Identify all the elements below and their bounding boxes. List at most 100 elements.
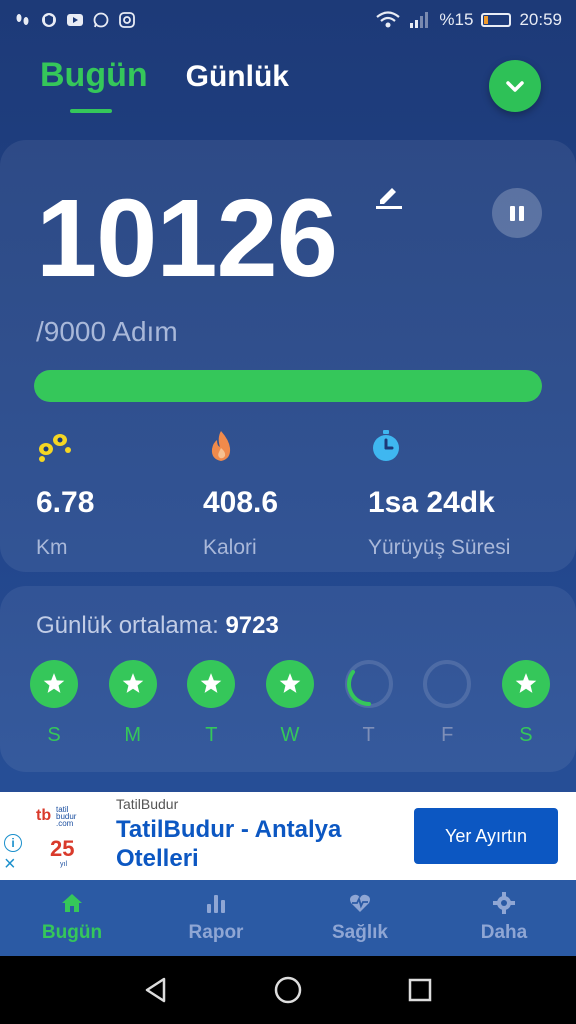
whatsapp-icon [93,12,109,28]
notification-icons [14,12,136,28]
weekday-4[interactable]: T [344,660,393,747]
star-icon [279,673,301,693]
pause-icon [510,205,515,221]
ad-title[interactable]: TatilBudur - Antalya Otelleri [116,816,406,874]
svg-text:yıl: yıl [60,861,67,868]
duration-stat: 1sa 24dk Yürüyüş Süresi [368,428,510,560]
footprints-icon [39,434,71,462]
ad-banner[interactable]: i × tb tatil budur .com 25 yıl TatilBudu… [0,792,576,880]
pause-icon-bar [519,205,524,221]
calories-label: Kalori [203,536,257,559]
dropdown-button[interactable] [489,60,541,112]
gear-icon [493,892,515,914]
star-icon [122,673,143,693]
weekday-progress-circle [265,660,314,708]
weekday-progress-circle [187,660,236,708]
recents-icon[interactable] [406,976,434,1004]
tatilbudur-logo: tb tatil budur .com 25 yıl [36,805,77,868]
bar-chart-icon [207,895,225,913]
weekday-progress-circle [423,660,472,708]
today-summary-card: 10126 /9000 Adım 6.78 Km 408.6 Kalori 1s… [0,140,576,572]
duration-value: 1sa 24dk [368,486,495,519]
weekday-letter: T [205,724,218,746]
chevron-down-icon [506,81,524,92]
week-days: SMTWTFS [30,660,550,747]
svg-text:tb: tb [36,807,51,824]
nav-bugun[interactable]: Bugün [0,880,144,956]
partial-progress-arc [346,670,371,706]
stopwatch-icon [373,430,399,461]
pause-button[interactable] [492,188,542,238]
system-status: %15 20:59 [375,10,562,30]
shield-icon [42,13,56,27]
home-icon [62,894,82,912]
distance-stat: 6.78 Km [36,428,94,560]
svg-text:.com: .com [56,819,74,828]
nav-daha-label: Daha [480,922,528,943]
edit-goal-icon[interactable] [374,180,404,210]
step-count: 10126 [36,177,338,300]
weekday-letter: W [280,724,300,746]
daily-average-label: Günlük ortalama: [36,612,219,639]
tab-bugun[interactable]: Bugün [40,56,148,113]
weekday-progress-circle [344,660,393,708]
weekday-progress-circle [30,660,78,708]
instagram-icon [119,12,135,28]
nav-bugun-label: Bugün [41,922,103,943]
ad-source: TatilBudur [116,796,179,812]
weekday-letter: T [362,724,375,746]
ad-cta-button[interactable]: Yer Ayırtın [414,808,558,864]
ad-info-icon[interactable]: i [4,834,22,852]
star-icon [201,673,222,693]
daily-average: Günlük ortalama: 9723 [36,612,279,640]
nav-daha[interactable]: Daha [432,880,576,956]
nav-saglik-label: Sağlık [332,922,388,943]
distance-value: 6.78 [36,486,95,519]
ad-close-icon[interactable]: × [4,854,16,874]
step-progress-fill [34,370,542,402]
battery-level [484,16,489,24]
weekday-letter: F [441,724,454,746]
system-nav-bar [0,956,576,1024]
header-tabs: Bugün Günlük [40,56,289,113]
star-icon [515,673,537,693]
weekday-letter: S [519,724,533,746]
signal-icon [410,12,429,28]
weekday-0[interactable]: S [30,660,78,747]
step-progress-bar [34,370,542,402]
weekday-5[interactable]: F [423,660,472,747]
battery-percent: %15 [439,10,474,29]
youtube-icon [67,14,83,26]
tab-gunluk[interactable]: Günlük [186,60,289,94]
svg-text:25: 25 [50,836,74,861]
step-goal: /9000 Adım [36,316,178,347]
weekday-letter: S [47,724,61,746]
nav-rapor[interactable]: Rapor [144,880,288,956]
daily-average-value: 9723 [225,612,279,639]
nav-rapor-label: Rapor [188,922,244,943]
star-icon [43,673,65,693]
distance-label: Km [36,536,68,559]
status-bar: %15 20:59 [0,0,576,40]
battery-icon [481,13,512,27]
heart-pulse-icon [350,894,370,912]
weekday-progress-circle [501,660,550,708]
weekday-1[interactable]: M [108,660,157,747]
weekday-2[interactable]: T [187,660,236,747]
weekday-progress-circle [108,660,157,708]
duration-label: Yürüyüş Süresi [368,536,511,559]
weekday-6[interactable]: S [501,660,550,747]
clock: 20:59 [519,10,562,29]
flame-icon [211,431,231,461]
wifi-icon [376,11,401,28]
calories-stat: 408.6 Kalori [203,428,278,560]
bottom-nav: Bugün Rapor Sağlık Daha [0,880,576,956]
weekday-letter: M [124,724,141,746]
weekday-3[interactable]: W [265,660,314,747]
weekly-card: Günlük ortalama: 9723 S M T W T F S [0,586,576,772]
home-circle-icon[interactable] [273,975,303,1005]
nav-saglik[interactable]: Sağlık [288,880,432,956]
back-icon[interactable] [142,976,170,1004]
footprints-icon [16,14,29,25]
calories-value: 408.6 [203,486,279,519]
